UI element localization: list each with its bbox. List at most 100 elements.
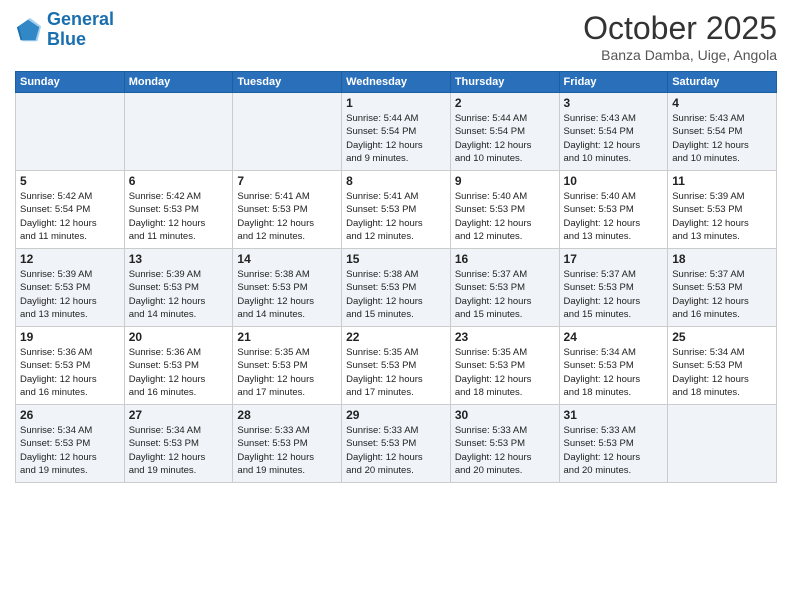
cell-line: Sunrise: 5:35 AM [455,347,527,358]
calendar-cell: 12Sunrise: 5:39 AMSunset: 5:53 PMDayligh… [16,249,125,327]
header: General Blue October 2025 Banza Damba, U… [15,10,777,63]
cell-line: Sunrise: 5:33 AM [564,425,636,436]
header-sunday: Sunday [16,72,125,93]
calendar-cell: 6Sunrise: 5:42 AMSunset: 5:53 PMDaylight… [124,171,233,249]
cell-line: Daylight: 12 hours [455,296,532,307]
cell-line: Sunrise: 5:40 AM [564,191,636,202]
cell-line: Sunset: 5:53 PM [237,438,307,449]
cell-text: Sunrise: 5:37 AMSunset: 5:53 PMDaylight:… [455,268,555,321]
cell-line: and 19 minutes. [20,465,88,476]
cell-line: Sunset: 5:54 PM [20,204,90,215]
cell-line: Daylight: 12 hours [455,452,532,463]
cell-line: Sunset: 5:53 PM [237,204,307,215]
cell-line: and 10 minutes. [564,153,632,164]
cell-line: Sunset: 5:53 PM [20,282,90,293]
cell-line: Daylight: 12 hours [564,296,641,307]
cell-line: and 15 minutes. [455,309,523,320]
cell-line: and 9 minutes. [346,153,408,164]
cell-line: Sunset: 5:54 PM [455,126,525,137]
cell-line: Sunset: 5:53 PM [672,282,742,293]
calendar-table: Sunday Monday Tuesday Wednesday Thursday… [15,71,777,483]
page: General Blue October 2025 Banza Damba, U… [0,0,792,612]
cell-text: Sunrise: 5:33 AMSunset: 5:53 PMDaylight:… [455,424,555,477]
cell-line: Daylight: 12 hours [20,296,97,307]
calendar-cell: 4Sunrise: 5:43 AMSunset: 5:54 PMDaylight… [668,93,777,171]
cell-text: Sunrise: 5:34 AMSunset: 5:53 PMDaylight:… [672,346,772,399]
calendar-week-2: 5 Sunrise: 5:42 AM Sunset: 5:54 PM Daylight… [16,171,777,249]
day-number: 30 [455,408,555,422]
day-number: 3 [564,96,664,110]
cell-line: Sunrise: 5:33 AM [346,425,418,436]
calendar-cell: 10Sunrise: 5:40 AMSunset: 5:53 PMDayligh… [559,171,668,249]
cell-text: Sunrise: 5:33 AMSunset: 5:53 PMDaylight:… [346,424,446,477]
cell-line: Sunrise: 5:39 AM [129,269,201,280]
cell-line: Sunrise: 5:34 AM [20,425,92,436]
cell-line: Sunset: 5:53 PM [237,360,307,371]
cell-line: Sunset: 5:53 PM [672,204,742,215]
day-number: 17 [564,252,664,266]
cell-text: Sunrise: 5:38 AMSunset: 5:53 PMDaylight:… [237,268,337,321]
cell-line: Daylight: 12 hours [564,374,641,385]
calendar-header: Sunday Monday Tuesday Wednesday Thursday… [16,72,777,93]
cell-text: Sunrise: 5:37 AMSunset: 5:53 PMDaylight:… [672,268,772,321]
calendar-cell: 14Sunrise: 5:38 AMSunset: 5:53 PMDayligh… [233,249,342,327]
cell-line: Sunrise: 5:36 AM [129,347,201,358]
cell-line: Daylight: 12 hours [672,218,749,229]
cell-line: Sunset: 5:53 PM [129,438,199,449]
day-number: 16 [455,252,555,266]
day-number: 15 [346,252,446,266]
cell-line: Daylight: 12 hours [237,296,314,307]
cell-line: Sunset: 5:54 PM [346,126,416,137]
cell-line: Sunrise: 5:44 AM [455,113,527,124]
day-number: 11 [672,174,772,188]
cell-line: Sunrise: 5:39 AM [672,191,744,202]
cell-line: and 14 minutes. [129,309,197,320]
cell-line: Daylight: 12 hours [346,296,423,307]
cell-text: Sunrise: 5:41 AMSunset: 5:53 PMDaylight:… [237,190,337,243]
month-title: October 2025 [583,10,777,47]
day-number: 8 [346,174,446,188]
day-number: 21 [237,330,337,344]
day-number: 31 [564,408,664,422]
cell-line: Sunset: 5:53 PM [20,360,90,371]
cell-line: and 17 minutes. [346,387,414,398]
day-number: 25 [672,330,772,344]
cell-line: Sunset: 5:53 PM [672,360,742,371]
cell-line: and 16 minutes. [20,387,88,398]
cell-line: Sunrise: 5:35 AM [237,347,309,358]
calendar-cell: 23Sunrise: 5:35 AMSunset: 5:53 PMDayligh… [450,327,559,405]
cell-line: Sunset: 5:53 PM [564,282,634,293]
cell-line: Sunset: 5:53 PM [455,282,525,293]
cell-line: and 17 minutes. [237,387,305,398]
cell-line: Sunset: 5:53 PM [346,438,416,449]
cell-line: Daylight: 12 hours [455,140,532,151]
cell-text: Sunrise: 5:40 AMSunset: 5:53 PMDaylight:… [564,190,664,243]
cell-line: and 11 minutes. [129,231,196,242]
cell-line: and 12 minutes. [346,231,414,242]
calendar-cell: 2 Sunrise: 5:44 AM Sunset: 5:54 PM Daylight… [450,93,559,171]
cell-line: Daylight: 12 hours [237,374,314,385]
cell-line: Sunset: 5:53 PM [455,438,525,449]
calendar-cell: 13Sunrise: 5:39 AMSunset: 5:53 PMDayligh… [124,249,233,327]
calendar-cell: 15Sunrise: 5:38 AMSunset: 5:53 PMDayligh… [342,249,451,327]
cell-line: and 12 minutes. [455,231,523,242]
cell-line: and 20 minutes. [564,465,632,476]
day-number: 1 [346,96,446,110]
cell-text: Sunrise: 5:36 AMSunset: 5:53 PMDaylight:… [20,346,120,399]
day-number: 18 [672,252,772,266]
cell-text: Sunrise: 5:33 AMSunset: 5:53 PMDaylight:… [237,424,337,477]
day-number: 4 [672,96,772,110]
cell-text: Sunrise: 5:34 AMSunset: 5:53 PMDaylight:… [564,346,664,399]
cell-line: Sunrise: 5:42 AM [129,191,201,202]
calendar-cell: 30 Sunrise: 5:33 AMSunset: 5:53 PMDayligh… [450,405,559,483]
cell-text: Sunrise: 5:37 AMSunset: 5:53 PMDaylight:… [564,268,664,321]
cell-line: Daylight: 12 hours [564,218,641,229]
calendar-cell: 5Sunrise: 5:42 AMSunset: 5:54 PMDaylight… [16,171,125,249]
cell-text: Sunrise: 5:44 AM Sunset: 5:54 PM Daylight:… [455,112,555,165]
cell-line: Daylight: 12 hours [672,374,749,385]
day-number: 2 [455,96,555,110]
day-number: 5 [20,174,120,188]
calendar-body: 1 Sunrise: 5:44 AM Sunset: 5:54 PM Daylight… [16,93,777,483]
cell-line: Daylight: 12 hours [564,452,641,463]
calendar-cell: 25 Sunrise: 5:34 AMSunset: 5:53 PMDayligh… [668,327,777,405]
